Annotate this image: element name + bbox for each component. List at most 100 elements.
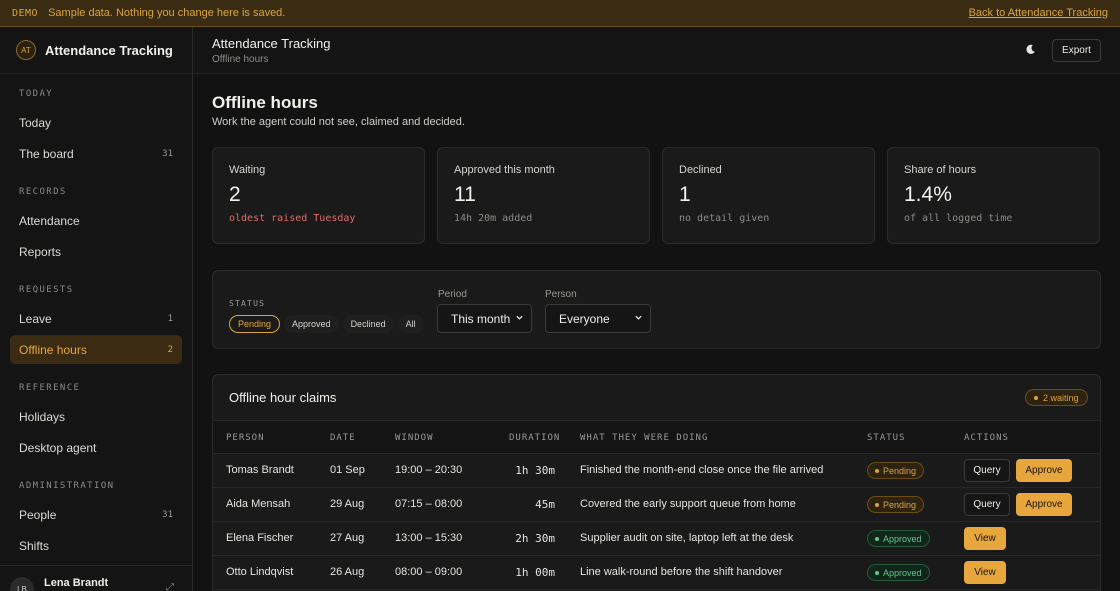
approve-button[interactable]: Approve [1016,493,1072,516]
sidebar-item-label: Shifts [19,538,50,553]
expand-icon[interactable]: ⤢ [166,582,174,591]
column-header-date[interactable]: DATE [330,433,356,443]
sidebar-item-holidays[interactable]: Holidays [10,402,182,431]
topbar-title: Attendance Tracking [212,36,331,51]
stat-card-declined: Declined 1 no detail given [662,147,875,244]
status-pill-pending[interactable]: Pending [229,315,281,333]
user-name: Lena Brandt [44,577,109,589]
sidebar-item-label: Today [19,115,52,130]
sidebar-item-desktop-agent[interactable]: Desktop agent [10,433,182,462]
cell-date: 27 Aug [330,532,365,544]
user-profile[interactable]: LB Lena Brandt ⤢ [0,565,192,591]
status-pill-all[interactable]: All [397,315,424,333]
moon-icon[interactable] [1025,44,1036,58]
status-badge: Approved [867,530,930,547]
status-dot-icon [875,536,879,541]
sidebar-item-count: 31 [162,509,173,520]
status-dot-icon [875,570,879,575]
column-header-actions: ACTIONS [964,433,1009,443]
cell-date: 26 Aug [330,566,365,578]
cell-window: 08:00 – 09:00 [395,566,463,578]
column-header-status[interactable]: STATUS [867,433,906,443]
status-label: Pending [883,499,917,510]
sidebar-item-label: Offline hours [19,342,87,357]
sidebar-item-label: Leave [19,311,52,326]
brand[interactable]: AT Attendance Tracking [0,27,192,74]
status-filter-label: STATUS [229,299,266,308]
status-label: Approved [883,533,922,544]
sidebar-item-leave[interactable]: Leave 1 [10,304,182,333]
nav-section-title: RECORDS [19,187,67,197]
query-button[interactable]: Query [964,459,1010,482]
table-row[interactable]: Otto Lindqvist 26 Aug 08:00 – 09:00 1h 00m L… [213,556,1100,590]
sidebar-item-label: Desktop agent [19,440,97,455]
column-header-duration[interactable]: DURATION [509,433,560,443]
cell-duration: 1h 00m [515,566,555,579]
cell-person: Otto Lindqvist [226,566,294,578]
back-link[interactable]: Back to Attendance Tracking [969,7,1108,19]
query-button[interactable]: Query [964,493,1010,516]
status-pill-approved[interactable]: Approved [284,315,339,333]
sidebar-item-the-board[interactable]: The board 31 [10,139,182,168]
avatar: LB [10,577,34,591]
status-pill-declined[interactable]: Declined [342,315,394,333]
sidebar-item-label: Attendance [19,213,80,228]
sidebar-item-people[interactable]: People 31 [10,500,182,529]
sidebar-item-attendance[interactable]: Attendance [10,206,182,235]
claims-title: Offline hour claims [229,390,337,405]
stat-card-waiting: Waiting 2 oldest raised Tuesday [212,147,425,244]
topbar-subtitle: Offline hours [212,54,269,65]
cell-person: Aida Mensah [226,498,291,510]
status-dot-icon [875,502,879,507]
filters-panel: STATUS Pending Approved Declined All Per… [212,270,1101,349]
stat-value: 1 [679,183,691,206]
demo-tag: DEMO [12,7,39,19]
sidebar: AT Attendance Tracking TODAY Today The boa… [0,27,193,591]
cell-window: 07:15 – 08:00 [395,498,463,510]
person-select[interactable]: Everyone [545,304,651,333]
sidebar-item-offline-hours[interactable]: Offline hours 2 [10,335,182,364]
column-header-window[interactable]: WINDOW [395,433,434,443]
stat-label: Share of hours [904,164,977,176]
sidebar-item-label: People [19,507,57,522]
status-label: Approved [883,567,922,578]
nav-section-title: REFERENCE [19,383,81,393]
export-button[interactable]: Export [1052,39,1101,62]
sidebar-item-today[interactable]: Today [10,108,182,137]
stat-note: of all logged time [904,213,1013,224]
status-label: Pending [883,465,917,476]
period-label: Period [438,289,467,300]
demo-banner: DEMO Sample data. Nothing you change her… [0,0,1120,27]
cell-person: Tomas Brandt [226,464,294,476]
cell-window: 19:00 – 20:30 [395,464,463,476]
period-select[interactable]: This month [437,304,532,333]
view-button[interactable]: View [964,561,1006,584]
stat-note: oldest raised Tuesday [229,213,356,224]
status-dot-icon [1034,395,1038,400]
approve-button[interactable]: Approve [1016,459,1072,482]
table-row[interactable]: Elena Fischer 27 Aug 13:00 – 15:30 2h 30m Su… [213,522,1100,556]
stat-label: Waiting [229,164,266,176]
person-label: Person [545,289,577,300]
stat-label: Approved this month [454,164,555,176]
cell-duration: 1h 30m [515,464,555,477]
stat-value: 2 [229,183,241,206]
stat-card-approved: Approved this month 11 14h 20m added [437,147,650,244]
sidebar-item-count: 31 [162,148,173,159]
status-filter: Pending Approved Declined All [229,315,424,333]
page-description: Work the agent could not see, claimed an… [212,116,465,128]
table-row[interactable]: Tomas Brandt 01 Sep 19:00 – 20:30 1h 30m Fin… [213,454,1100,488]
column-header-person[interactable]: PERSON [226,433,265,443]
sidebar-item-shifts[interactable]: Shifts [10,531,182,560]
sidebar-item-reports[interactable]: Reports [10,237,182,266]
nav-section-title: TODAY [19,89,54,99]
column-header-activity[interactable]: WHAT THEY WERE DOING [580,433,708,443]
status-badge: Pending [867,496,925,513]
table-row[interactable]: Aida Mensah 29 Aug 07:15 – 08:00 45m Covered… [213,488,1100,522]
status-badge: Approved [867,564,930,581]
stat-value: 11 [454,183,476,206]
brand-logo: AT [16,40,36,60]
view-button[interactable]: View [964,527,1006,550]
chevron-down-icon [515,313,524,324]
sidebar-item-label: Holidays [19,409,66,424]
